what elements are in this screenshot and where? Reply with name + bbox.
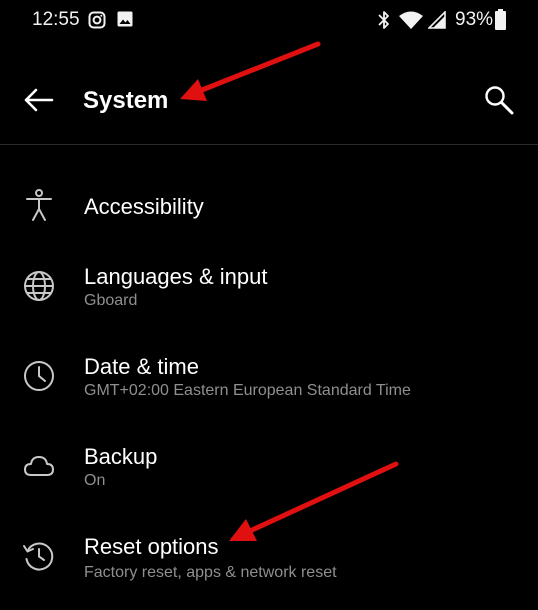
- cloud-icon: [24, 456, 54, 476]
- settings-item-summary: GMT+02:00 Eastern European Standard Time: [84, 382, 411, 399]
- settings-item-summary: On: [84, 472, 106, 489]
- app-bar: System: [0, 60, 538, 144]
- settings-item-label: Languages & input: [84, 264, 268, 289]
- divider: [0, 144, 538, 145]
- battery-icon: [495, 9, 506, 30]
- bluetooth-icon: [378, 11, 389, 29]
- settings-item-summary: Factory reset, apps & network reset: [84, 564, 337, 581]
- settings-item-date-time[interactable]: Date & time GMT+02:00 Eastern European S…: [0, 342, 538, 430]
- accessibility-icon: [26, 189, 52, 221]
- status-bar: 12:55 93%: [0, 0, 538, 40]
- search-icon[interactable]: [483, 84, 515, 116]
- globe-icon: [24, 271, 54, 301]
- status-time: 12:55: [32, 9, 80, 30]
- settings-item-label: Backup: [84, 444, 158, 469]
- wifi-icon: [399, 11, 423, 29]
- settings-item-label: Accessibility: [84, 194, 204, 219]
- settings-item-label: Reset options: [84, 534, 219, 559]
- settings-item-languages-input[interactable]: Languages & input Gboard: [0, 252, 538, 340]
- cellular-signal-icon: [428, 11, 446, 29]
- settings-item-summary: Gboard: [84, 292, 138, 309]
- settings-item-accessibility[interactable]: Accessibility: [0, 162, 538, 250]
- image-notification-icon: [117, 11, 133, 27]
- settings-item-reset-options[interactable]: Reset options Factory reset, apps & netw…: [0, 522, 538, 610]
- back-arrow-icon[interactable]: [22, 86, 54, 114]
- settings-item-label: Date & time: [84, 354, 199, 379]
- history-icon: [23, 542, 54, 571]
- settings-item-backup[interactable]: Backup On: [0, 432, 538, 520]
- instagram-icon: [88, 11, 106, 29]
- clock-icon: [24, 361, 54, 391]
- page-title: System: [83, 87, 169, 114]
- battery-percentage: 93%: [455, 9, 494, 30]
